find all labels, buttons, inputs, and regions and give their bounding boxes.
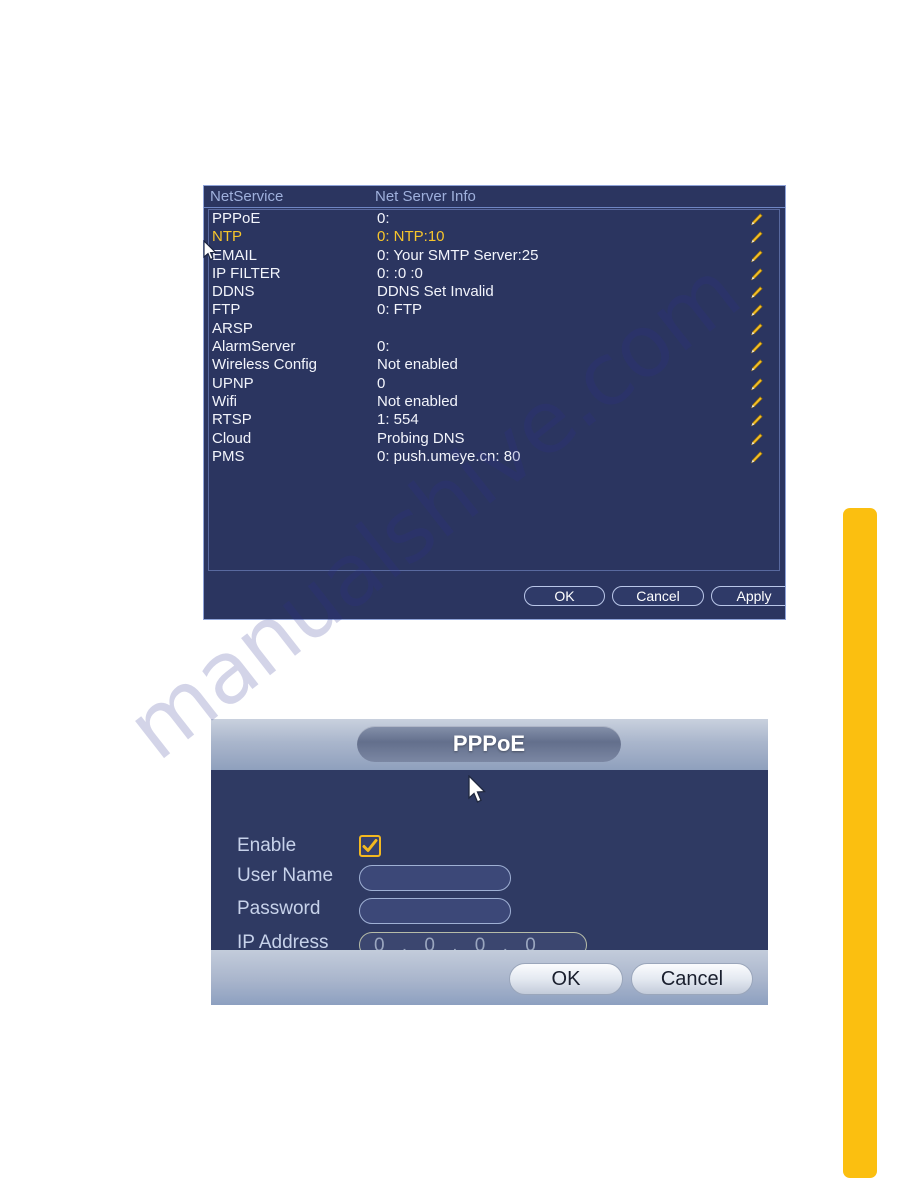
pencil-icon[interactable] <box>750 378 763 391</box>
table-row[interactable]: UPNP 0 <box>209 375 779 393</box>
table-row[interactable]: IP FILTER 0: :0 :0 <box>209 265 779 283</box>
pencil-icon[interactable] <box>750 304 763 317</box>
pppoe-dialog: PPPoE Enable User Name Password IP Addre… <box>211 719 768 1005</box>
netservice-row-info: 0: <box>377 210 390 227</box>
table-row[interactable]: PMS 0: push.umeye.cn: 80 <box>209 448 779 466</box>
table-row[interactable]: ARSP <box>209 320 779 338</box>
table-row[interactable]: Wireless Config Not enabled <box>209 356 779 374</box>
pencil-icon[interactable] <box>750 323 763 336</box>
netservice-row-info: DDNS Set Invalid <box>377 283 494 301</box>
table-row[interactable]: FTP 0: FTP <box>209 301 779 319</box>
netservice-row-name: Wireless Config <box>212 356 318 374</box>
pencil-icon[interactable] <box>750 231 763 244</box>
table-row[interactable]: EMAIL 0: Your SMTP Server:25 <box>209 247 779 265</box>
netservice-row-name: DDNS <box>212 283 255 301</box>
netservice-row-info: 0: <box>377 338 390 356</box>
pppoe-footer: OK Cancel <box>211 950 768 1005</box>
netservice-row-name: RTSP <box>212 411 252 429</box>
netservice-row-name: PPPoE <box>212 210 261 227</box>
pppoe-ok-button[interactable]: OK <box>509 963 623 995</box>
pencil-icon[interactable] <box>750 268 763 281</box>
pencil-icon[interactable] <box>750 359 763 372</box>
pencil-icon[interactable] <box>750 286 763 299</box>
netservice-apply-button[interactable]: Apply <box>711 586 785 606</box>
netservice-row-info: 0: :0 :0 <box>377 264 423 282</box>
column-header-net-server-info: Net Server Info <box>375 188 476 205</box>
table-row[interactable]: RTSP 1: 554 <box>209 411 779 429</box>
netservice-row-info: Probing DNS <box>377 429 465 447</box>
netservice-row-info: 0: NTP:10 <box>377 228 445 246</box>
pppoe-username-input[interactable] <box>359 865 511 891</box>
table-row[interactable]: Cloud Probing DNS <box>209 430 779 448</box>
netservice-row-name: PMS <box>212 447 245 465</box>
pppoe-title-pill: PPPoE <box>357 726 621 762</box>
pppoe-password-label: Password <box>237 898 321 919</box>
pppoe-enable-checkbox[interactable] <box>359 835 381 857</box>
page-side-accent-bar <box>843 508 877 1178</box>
pencil-icon[interactable] <box>750 249 763 263</box>
netservice-row-name: AlarmServer <box>212 338 296 356</box>
pppoe-cancel-button[interactable]: Cancel <box>631 963 753 995</box>
netservice-row-info: Not enabled <box>377 392 458 410</box>
pencil-icon[interactable] <box>750 451 763 464</box>
pppoe-password-input[interactable] <box>359 898 511 924</box>
column-header-netservice: NetService <box>210 188 284 205</box>
netservice-row-name: ARSP <box>212 319 253 337</box>
netservice-row-name: EMAIL <box>212 246 258 264</box>
netservice-column-header: NetService Net Server Info <box>204 186 785 208</box>
table-row[interactable]: AlarmServer 0: <box>209 338 779 356</box>
table-row[interactable]: DDNS DDNS Set Invalid <box>209 283 779 301</box>
netservice-row-info: 0 <box>377 374 386 392</box>
netservice-row-name: Wifi <box>212 392 237 410</box>
pencil-icon[interactable] <box>750 432 763 446</box>
pppoe-enable-label: Enable <box>237 835 297 856</box>
pencil-icon[interactable] <box>750 414 763 427</box>
netservice-row-info: Not enabled <box>377 356 458 374</box>
pencil-icon[interactable] <box>750 396 763 409</box>
netservice-row-info: 1: 554 <box>377 411 419 429</box>
pppoe-title-text: PPPoE <box>452 731 526 756</box>
netservice-ok-button[interactable]: OK <box>524 586 605 606</box>
netservice-row-name: Cloud <box>212 429 252 447</box>
netservice-row-name: UPNP <box>212 374 254 392</box>
pppoe-body: Enable User Name Password IP Address 0 .… <box>211 770 768 958</box>
netservice-row-name: IP FILTER <box>212 264 281 282</box>
netservice-footer: OK Cancel Apply <box>204 580 785 619</box>
check-icon <box>362 839 378 852</box>
pppoe-username-label: User Name <box>237 865 334 886</box>
netservice-row-info: 0: FTP <box>377 301 423 319</box>
pencil-icon[interactable] <box>750 213 763 226</box>
pppoe-titlebar: PPPoE <box>211 719 768 770</box>
table-row[interactable]: NTP 0: NTP:10 <box>209 228 779 246</box>
netservice-cancel-button[interactable]: Cancel <box>612 586 704 606</box>
pencil-icon[interactable] <box>750 341 763 354</box>
table-row[interactable]: PPPoE 0: <box>209 210 779 228</box>
netservice-row-info: 0: Your SMTP Server:25 <box>377 246 539 264</box>
netservice-row-name: FTP <box>212 301 241 319</box>
netservice-row-name: NTP <box>212 228 242 246</box>
table-row[interactable]: Wifi Not enabled <box>209 393 779 411</box>
netservice-list: PPPoE 0: NTP 0: NTP:10 EMAIL 0: Your SMTP Ser… <box>208 209 780 571</box>
netservice-row-info: 0: push.umeye.cn: 80 <box>377 447 521 465</box>
netservice-panel: NetService Net Server Info PPPoE 0: NTP 0: … <box>203 185 786 620</box>
